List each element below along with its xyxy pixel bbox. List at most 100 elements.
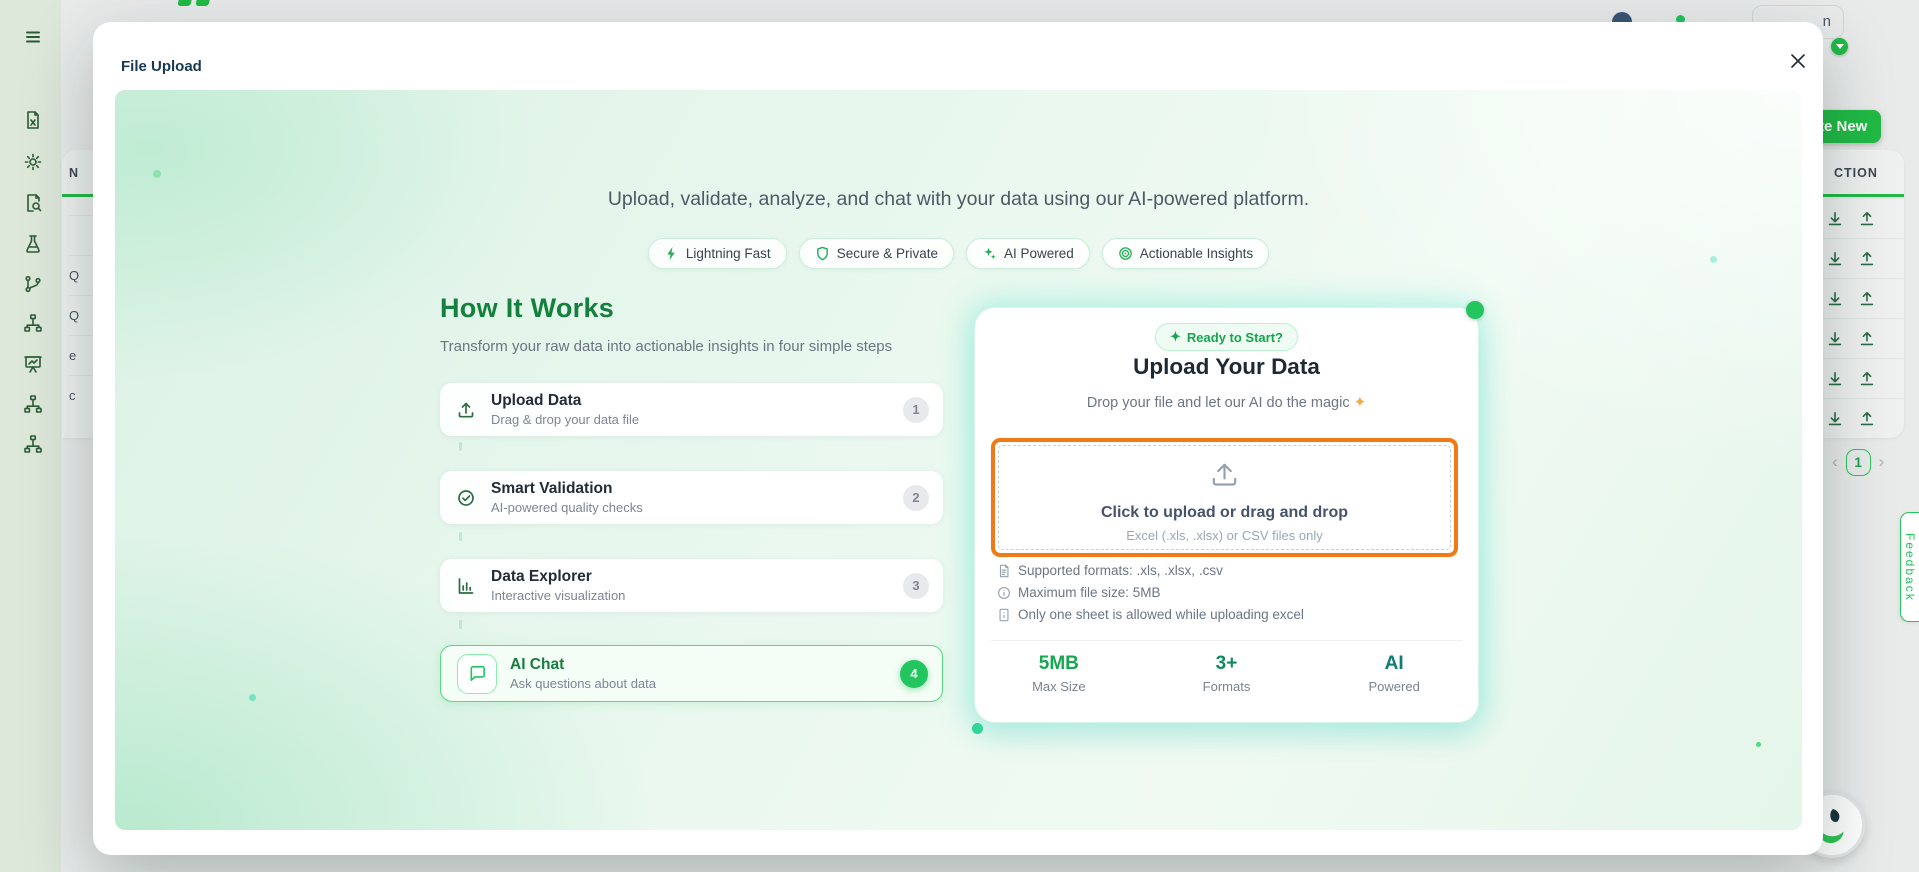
step-ai-chat: AI Chat Ask questions about data 4 — [440, 645, 943, 702]
step-data-explorer: Data Explorer Interactive visualization … — [440, 559, 943, 612]
stat-max-size: 5MB Max Size — [975, 653, 1143, 694]
step-connector — [459, 442, 462, 451]
decorative-dot — [1466, 301, 1484, 319]
download-icon[interactable] — [1826, 250, 1844, 268]
upload-icon — [999, 458, 1450, 491]
step-desc: Ask questions about data — [510, 676, 656, 691]
app-logo-fragment — [176, 0, 216, 7]
lightning-icon — [664, 246, 679, 261]
sitemap-icon[interactable] — [23, 434, 43, 454]
sparkle-icon: ✦ — [1170, 329, 1181, 345]
upload-card-subtitle: Drop your file and let our AI do the mag… — [975, 393, 1478, 411]
feedback-tab[interactable]: Feedback — [1900, 512, 1919, 622]
menu-icon[interactable] — [23, 27, 43, 47]
upload-icon — [456, 400, 476, 420]
divider — [991, 640, 1462, 641]
note-supported-formats: Supported formats: .xls, .xlsx, .csv — [997, 563, 1304, 578]
upload-card-title: Upload Your Data — [975, 354, 1478, 380]
pagination-page-1[interactable]: 1 — [1846, 449, 1871, 476]
check-circle-icon — [456, 488, 476, 508]
dropzone-cta: Click to upload or drag and drop — [999, 504, 1450, 522]
badge-ai-powered: AI Powered — [966, 238, 1090, 269]
download-icon[interactable] — [1826, 330, 1844, 348]
how-it-works-subtitle: Transform your raw data into actionable … — [440, 338, 892, 355]
note-one-sheet: Only one sheet is allowed while uploadin… — [997, 607, 1304, 622]
table-header-name: N — [69, 166, 79, 180]
badge-lightning-fast: Lightning Fast — [648, 238, 787, 269]
upload-icon[interactable] — [1858, 330, 1876, 348]
upload-icon[interactable] — [1858, 250, 1876, 268]
note-max-size: Maximum file size: 5MB — [997, 585, 1304, 600]
table-header-action: CTION — [1834, 166, 1878, 180]
step-number-badge: 2 — [903, 485, 929, 511]
presentation-chart-icon[interactable] — [23, 354, 43, 374]
upload-notes: Supported formats: .xls, .xlsx, .csv Max… — [997, 563, 1304, 622]
step-number-badge: 4 — [900, 660, 928, 688]
step-smart-validation: Smart Validation AI-powered quality chec… — [440, 471, 943, 524]
file-text-icon — [997, 564, 1011, 578]
spreadsheet-file-icon[interactable] — [23, 110, 43, 130]
sidebar — [0, 0, 61, 872]
stat-ai-powered: AI Powered — [1310, 653, 1478, 694]
chat-icon — [457, 654, 497, 694]
sparkle-icon: ✦ — [1354, 394, 1367, 411]
download-icon[interactable] — [1826, 210, 1844, 228]
dropzone-hint: Excel (.xls, .xlsx) or CSV files only — [999, 528, 1450, 543]
download-icon[interactable] — [1826, 410, 1844, 428]
step-title: Data Explorer — [491, 568, 625, 586]
file-dropzone[interactable]: Click to upload or drag and drop Excel (… — [991, 438, 1458, 557]
bar-chart-icon — [456, 576, 476, 596]
upload-icon[interactable] — [1858, 290, 1876, 308]
ready-label: Ready to Start? — [1187, 330, 1283, 345]
download-icon[interactable] — [1826, 290, 1844, 308]
dropzone-dashed-border: Click to upload or drag and drop Excel (… — [998, 445, 1451, 550]
hero-headline: Upload, validate, analyze, and chat with… — [115, 188, 1802, 211]
step-connector — [459, 620, 462, 629]
file-upload-modal: File Upload Upload, validate, analyze, a… — [93, 22, 1823, 855]
pagination-prev[interactable]: ‹ — [1832, 448, 1838, 476]
target-icon — [1118, 246, 1133, 261]
upload-stats: 5MB Max Size 3+ Formats AI Powered — [975, 653, 1478, 694]
step-upload-data: Upload Data Drag & drop your data file 1 — [440, 383, 943, 436]
sign-in-label: n — [1823, 13, 1831, 30]
flask-icon[interactable] — [23, 234, 43, 254]
step-desc: AI-powered quality checks — [491, 500, 643, 515]
step-desc: Drag & drop your data file — [491, 412, 639, 427]
download-icon[interactable] — [1826, 370, 1844, 388]
upload-icon[interactable] — [1858, 210, 1876, 228]
shield-icon — [815, 246, 830, 261]
sparkles-icon — [982, 246, 997, 261]
upload-icon[interactable] — [1858, 410, 1876, 428]
pagination-next[interactable]: › — [1879, 448, 1885, 476]
file-search-icon[interactable] — [23, 193, 43, 213]
step-title: AI Chat — [510, 656, 656, 674]
info-icon — [997, 586, 1011, 600]
step-number-badge: 3 — [903, 573, 929, 599]
chevron-down-icon[interactable] — [1831, 38, 1848, 55]
pagination: ‹ 1 › — [1832, 448, 1884, 476]
decorative-dot — [249, 694, 256, 701]
modal-hero-area: Upload, validate, analyze, and chat with… — [115, 90, 1802, 830]
modal-title: File Upload — [121, 58, 202, 75]
stat-formats: 3+ Formats — [1143, 653, 1311, 694]
close-icon[interactable] — [1785, 48, 1811, 74]
badge-actionable-insights: Actionable Insights — [1102, 238, 1269, 269]
step-number-badge: 1 — [903, 397, 929, 423]
sitemap-icon[interactable] — [23, 394, 43, 414]
decorative-dot — [972, 723, 983, 734]
sitemap-icon[interactable] — [23, 313, 43, 333]
git-branch-icon[interactable] — [23, 274, 43, 294]
step-title: Upload Data — [491, 392, 639, 410]
app-screen: N Q Q e c n Create New CTION — [0, 0, 1919, 872]
step-connector — [459, 532, 462, 541]
settings-gear-icon[interactable] — [23, 152, 43, 172]
ready-to-start-badge: ✦ Ready to Start? — [975, 323, 1478, 351]
step-desc: Interactive visualization — [491, 588, 625, 603]
decorative-dot — [1756, 742, 1761, 747]
upload-card: ✦ Ready to Start? Upload Your Data Drop … — [975, 308, 1478, 722]
sheet-icon — [997, 608, 1011, 622]
badge-secure-private: Secure & Private — [799, 238, 954, 269]
decorative-dot — [153, 170, 161, 178]
step-title: Smart Validation — [491, 480, 643, 498]
upload-icon[interactable] — [1858, 370, 1876, 388]
